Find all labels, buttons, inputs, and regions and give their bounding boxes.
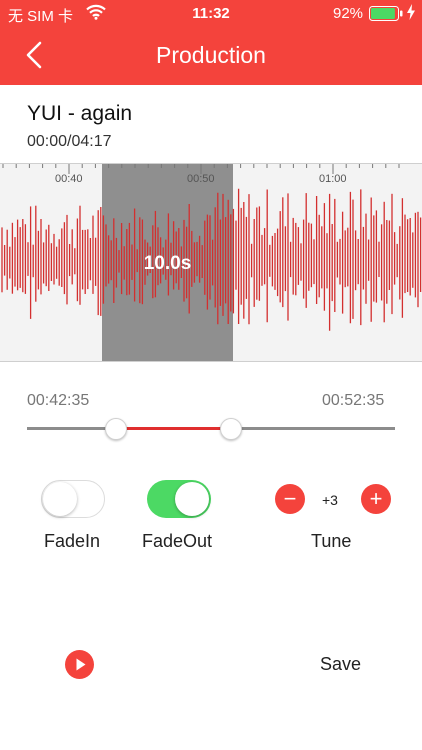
track-title: YUI - again xyxy=(27,102,133,125)
tune-label: Tune xyxy=(311,531,352,551)
range-end-handle[interactable] xyxy=(220,418,242,440)
minus-icon: − xyxy=(283,486,297,511)
battery-icon xyxy=(369,6,403,25)
status-bar: 无 SIM 卡 11:32 92% xyxy=(0,0,422,28)
tick-label: 00:50 xyxy=(187,173,215,185)
range-slider[interactable] xyxy=(27,416,395,442)
page-title: Production xyxy=(156,42,266,68)
tune-decrease-button[interactable]: − xyxy=(275,484,305,514)
fade-in-label: FadeIn xyxy=(44,531,101,551)
fade-out-toggle[interactable] xyxy=(147,480,211,518)
range-start-handle[interactable] xyxy=(105,418,127,440)
fade-in-toggle[interactable] xyxy=(41,480,105,518)
play-icon xyxy=(76,658,86,671)
slider-selected-range xyxy=(115,427,231,430)
toggle-knob xyxy=(43,482,77,516)
selection-duration: 10.0s xyxy=(143,253,192,274)
tune-increase-button[interactable]: + xyxy=(361,484,391,514)
range-start-time: 00:42:35 xyxy=(27,392,90,409)
header-bar: 无 SIM 卡 11:32 92% Production xyxy=(0,0,422,85)
waveform-editor[interactable]: 00:40 00:50 01:00 10.0s xyxy=(0,163,422,362)
tick-label: 01:00 xyxy=(319,173,347,185)
tune-value: +3 xyxy=(322,492,338,508)
battery-percent: 92% xyxy=(333,5,364,22)
range-end-time: 00:52:35 xyxy=(322,392,385,409)
track-position: 00:00/04:17 xyxy=(27,133,112,150)
save-button[interactable]: Save xyxy=(320,654,361,675)
play-button[interactable] xyxy=(65,650,94,679)
plus-icon: + xyxy=(369,486,383,511)
toggle-knob xyxy=(175,482,209,516)
tick-label: 00:40 xyxy=(55,173,83,185)
charging-bolt-icon xyxy=(406,4,416,24)
fade-out-label: FadeOut xyxy=(142,531,213,551)
